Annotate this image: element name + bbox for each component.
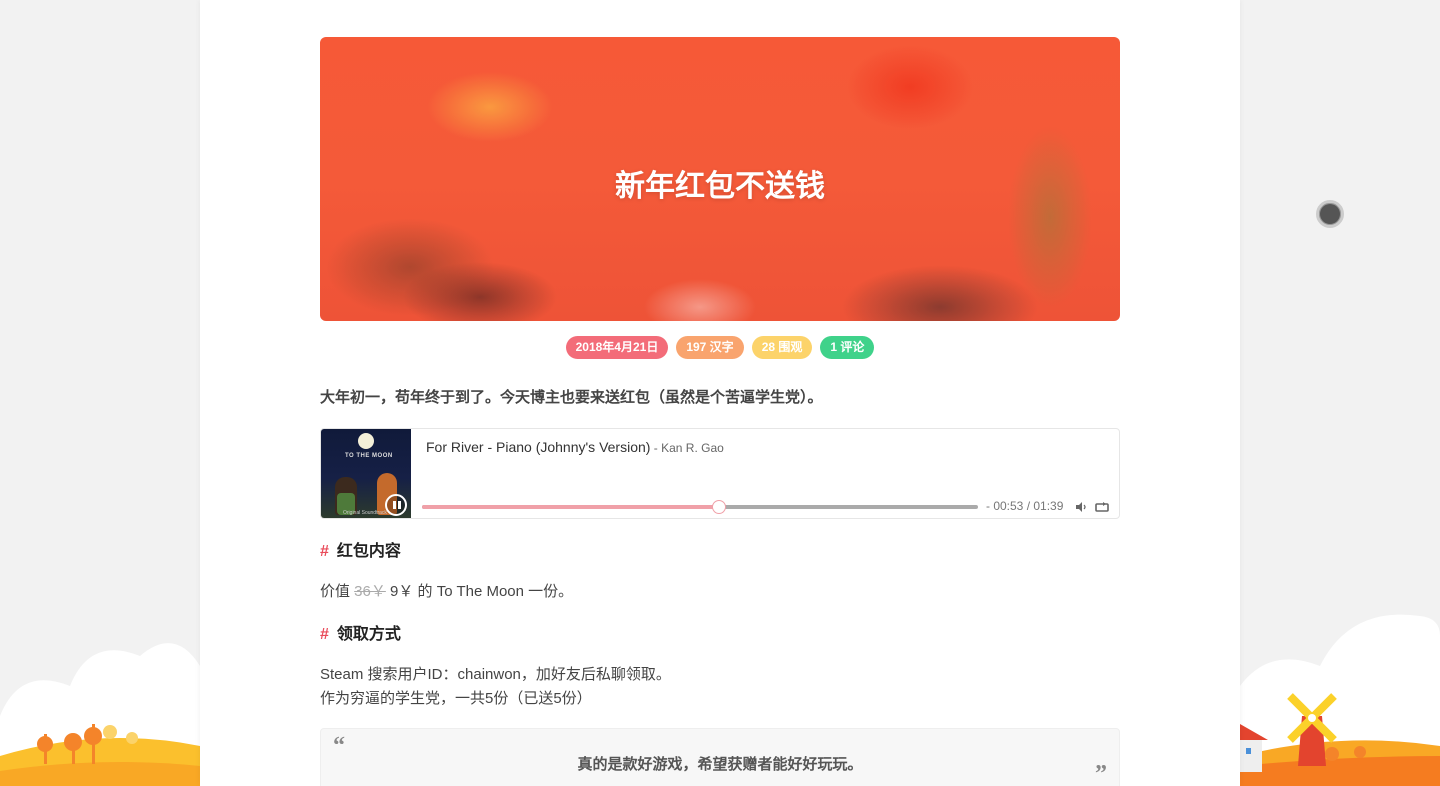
price-prefix: 价值 [320, 583, 355, 600]
album-subtitle: Original Soundtrack [343, 510, 387, 516]
old-price: 36￥ [354, 583, 386, 600]
claim-line-2: 作为穷逼的学生党，一共5份（已送5份） [320, 690, 592, 707]
comments-badge[interactable]: 1 评论 [820, 336, 875, 359]
date-badge: 2018年4月21日 [565, 336, 669, 359]
section-heading-content: # 红包内容 [320, 537, 401, 561]
pause-button[interactable] [385, 494, 407, 516]
progress-fill [422, 505, 720, 509]
post-title: 新年红包不送钱 [615, 170, 825, 203]
heading-hash: # [320, 626, 329, 643]
new-price-text: 9￥ 的 To The Moon 一份。 [385, 583, 574, 600]
price-paragraph: 价值 36￥ 9￥ 的 To The Moon 一份。 [320, 580, 573, 601]
heading-text: 领取方式 [336, 626, 401, 643]
article-page: 新年红包不送钱 2018年4月21日 197 汉字 28 围观 1 评论 大年初… [200, 0, 1240, 786]
heading-text: 红包内容 [336, 543, 401, 560]
blockquote: “ 真的是款好游戏，希望获赠者能好好玩玩。 ” [320, 728, 1120, 786]
progress-handle[interactable] [712, 500, 727, 514]
scroll-top-button[interactable] [1316, 200, 1344, 228]
quote-text: 真的是款好游戏，希望获赠者能好好玩玩。 [577, 756, 863, 773]
section-heading-claim: # 领取方式 [320, 620, 401, 644]
album-cover: TO THE MOON Original Soundtrack [321, 429, 411, 518]
heading-hash: # [320, 543, 329, 560]
post-meta-badges: 2018年4月21日 197 汉字 28 围观 1 评论 [320, 336, 1120, 359]
track-artist: - Kan R. Gao [650, 441, 724, 455]
intro-paragraph: 大年初一，苟年终于到了。今天博主也要来送红包（虽然是个苦逼学生党）。 [320, 389, 823, 406]
track-title: For River - Piano (Johnny's Version) [426, 439, 651, 455]
background-scenery-right [1240, 606, 1440, 786]
loop-icon[interactable] [1095, 501, 1109, 513]
background-scenery-left [0, 606, 200, 786]
claim-line-1: Steam 搜索用户ID：chainwon，加好友后私聊领取。 [320, 666, 671, 683]
volume-icon[interactable] [1075, 501, 1087, 513]
views-badge: 28 围观 [751, 336, 813, 359]
quote-close-mark: ” [1095, 761, 1107, 786]
track-info: For River - Piano (Johnny's Version) - K… [426, 439, 724, 455]
album-title: TO THE MOON [345, 453, 393, 459]
cover-image: 新年红包不送钱 [320, 37, 1120, 321]
time-display: - 00:53 / 01:39 [986, 499, 1064, 513]
progress-bar[interactable] [422, 500, 978, 514]
music-player: TO THE MOON Original Soundtrack For Rive… [320, 428, 1120, 519]
word-count-badge: 197 汉字 [676, 336, 744, 359]
moon-graphic [358, 433, 374, 449]
